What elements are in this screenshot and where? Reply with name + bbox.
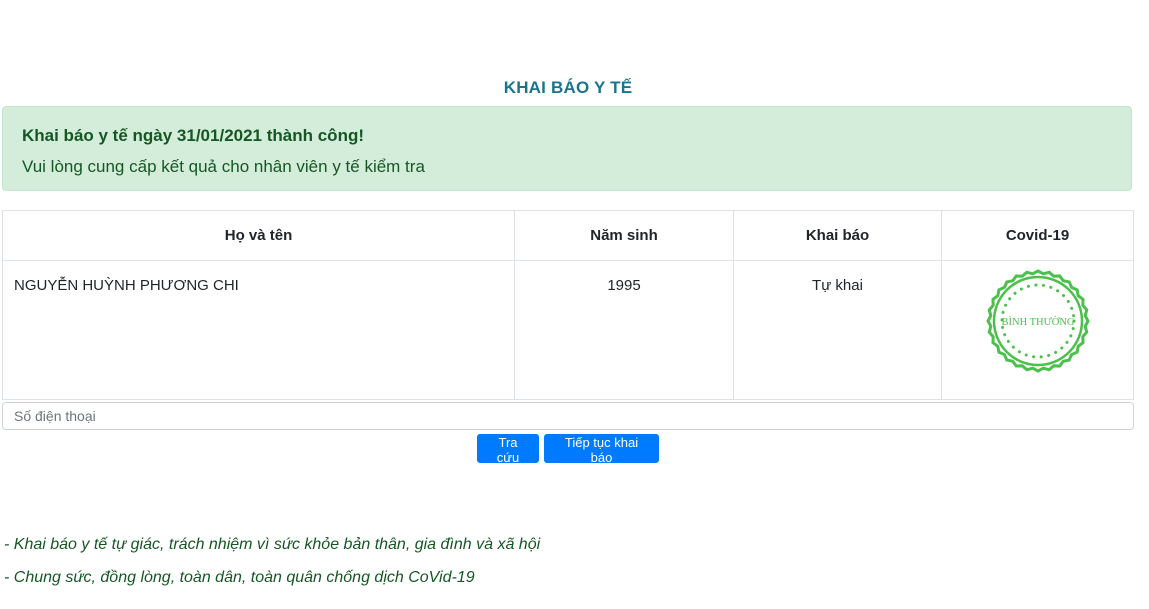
footer-note: - Khai báo y tế tự giác, trách nhiệm vì … bbox=[4, 536, 541, 553]
lookup-button[interactable]: Tra cứu bbox=[477, 434, 539, 465]
cell-birth-year: 1995 bbox=[514, 260, 734, 400]
phone-number-input[interactable] bbox=[2, 402, 1134, 430]
table-row: NGUYỄN HUỲNH PHƯƠNG CHI 1995 Tự khai BÌN… bbox=[2, 260, 1134, 400]
header-declaration: Khai báo bbox=[733, 210, 942, 261]
continue-declaration-button[interactable]: Tiếp tục khai báo bbox=[544, 434, 659, 465]
status-stamp-icon: BÌNH THƯỜNG bbox=[985, 269, 1090, 373]
cell-covid-status: BÌNH THƯỜNG bbox=[941, 260, 1134, 400]
header-covid: Covid-19 bbox=[941, 210, 1134, 261]
stamp-text: BÌNH THƯỜNG bbox=[1001, 316, 1074, 328]
cell-full-name: NGUYỄN HUỲNH PHƯƠNG CHI bbox=[2, 260, 515, 400]
header-full-name: Họ và tên bbox=[2, 210, 515, 261]
header-birth-year: Năm sinh bbox=[514, 210, 734, 261]
alert-message: Vui lòng cung cấp kết quả cho nhân viên … bbox=[22, 157, 425, 176]
table-header-row: Họ và tên Năm sinh Khai báo Covid-19 bbox=[2, 210, 1134, 261]
footer-note: - Chung sức, đồng lòng, toàn dân, toàn q… bbox=[4, 569, 475, 586]
cell-declaration: Tự khai bbox=[733, 260, 942, 400]
result-table: Họ và tên Năm sinh Khai báo Covid-19 NGU… bbox=[2, 210, 1134, 400]
success-alert: Khai báo y tế ngày 31/01/2021 thành công… bbox=[2, 106, 1132, 191]
alert-title: Khai báo y tế ngày 31/01/2021 thành công… bbox=[22, 126, 364, 145]
page-title: KHAI BÁO Y TẾ bbox=[503, 78, 633, 97]
